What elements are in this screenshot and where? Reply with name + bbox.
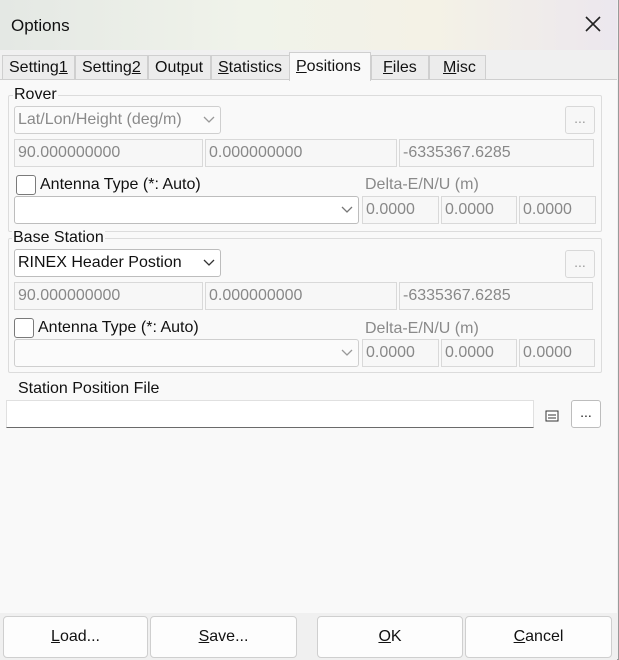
- rover-position-type-select[interactable]: Lat/Lon/Height (deg/m): [14, 106, 221, 134]
- base-delta-label: Delta-E/N/U (m): [365, 320, 479, 337]
- tab-setting1[interactable]: Setting1: [2, 55, 75, 81]
- base-position-type-select[interactable]: RINEX Header Postion: [14, 249, 221, 277]
- view-file-icon[interactable]: [545, 410, 559, 422]
- rover-antenna-label: Antenna Type (*: Auto): [40, 176, 201, 193]
- station-file-label: Station Position File: [18, 380, 160, 397]
- base-delta-u-field[interactable]: 0.0000: [519, 339, 595, 367]
- ok-button[interactable]: OK: [317, 616, 463, 658]
- base-browse-button[interactable]: ...: [565, 250, 595, 278]
- rover-pos3-field[interactable]: -6335367.6285: [399, 139, 594, 167]
- load-button[interactable]: Load...: [3, 616, 148, 658]
- cancel-button[interactable]: Cancel: [465, 616, 612, 658]
- base-pos1-field[interactable]: 90.000000000: [14, 282, 203, 310]
- base-antenna-checkbox[interactable]: [14, 318, 34, 338]
- base-antenna-type-select[interactable]: [14, 339, 359, 367]
- base-pos3-field[interactable]: -6335367.6285: [399, 282, 593, 310]
- window-title: Options: [11, 16, 70, 35]
- rover-delta-n-field[interactable]: 0.0000: [441, 196, 517, 224]
- save-button[interactable]: Save...: [150, 616, 297, 658]
- rover-antenna-checkbox[interactable]: [16, 175, 36, 195]
- tab-files[interactable]: Files: [371, 55, 429, 81]
- tab-positions[interactable]: Positions: [289, 52, 371, 81]
- rover-browse-button[interactable]: ...: [565, 106, 595, 134]
- button-bar: Load... Save... OK Cancel: [0, 613, 617, 660]
- rover-delta-u-field[interactable]: 0.0000: [519, 196, 596, 224]
- tab-setting2[interactable]: Setting2: [75, 55, 148, 81]
- title-bar: Options: [0, 0, 617, 50]
- chevron-down-icon: [203, 116, 215, 123]
- tab-misc[interactable]: Misc: [429, 55, 486, 81]
- rover-antenna-checkbox-row[interactable]: Antenna Type (*: Auto): [16, 174, 201, 196]
- rover-antenna-type-select[interactable]: [14, 196, 359, 224]
- base-delta-n-field[interactable]: 0.0000: [441, 339, 517, 367]
- rover-pos2-field[interactable]: 0.000000000: [205, 139, 397, 167]
- base-pos2-field[interactable]: 0.000000000: [205, 282, 397, 310]
- tab-bar: Setting1 Setting2 Output Statistics Posi…: [0, 52, 619, 81]
- close-button[interactable]: [581, 12, 605, 36]
- base-antenna-checkbox-row[interactable]: Antenna Type (*: Auto): [14, 317, 199, 339]
- base-station-group-label: Base Station: [12, 229, 105, 247]
- tab-output[interactable]: Output: [148, 55, 211, 81]
- base-antenna-label: Antenna Type (*: Auto): [38, 319, 199, 336]
- rover-delta-label: Delta-E/N/U (m): [365, 176, 479, 193]
- options-dialog: Options Setting1 Setting2 Output Statist…: [0, 0, 619, 660]
- rover-delta-e-field[interactable]: 0.0000: [362, 196, 439, 224]
- rover-group-label: Rover: [13, 86, 58, 104]
- station-file-input[interactable]: [6, 400, 534, 428]
- base-delta-e-field[interactable]: 0.0000: [362, 339, 439, 367]
- tab-statistics[interactable]: Statistics: [211, 55, 291, 81]
- close-icon: [585, 16, 601, 32]
- station-file-browse-button[interactable]: ...: [571, 400, 601, 428]
- chevron-down-icon: [203, 259, 215, 266]
- positions-panel: Rover Lat/Lon/Height (deg/m) ... 90.0000…: [0, 79, 617, 613]
- rover-pos1-field[interactable]: 90.000000000: [14, 139, 203, 167]
- chevron-down-icon: [341, 206, 353, 213]
- chevron-down-icon: [341, 349, 353, 356]
